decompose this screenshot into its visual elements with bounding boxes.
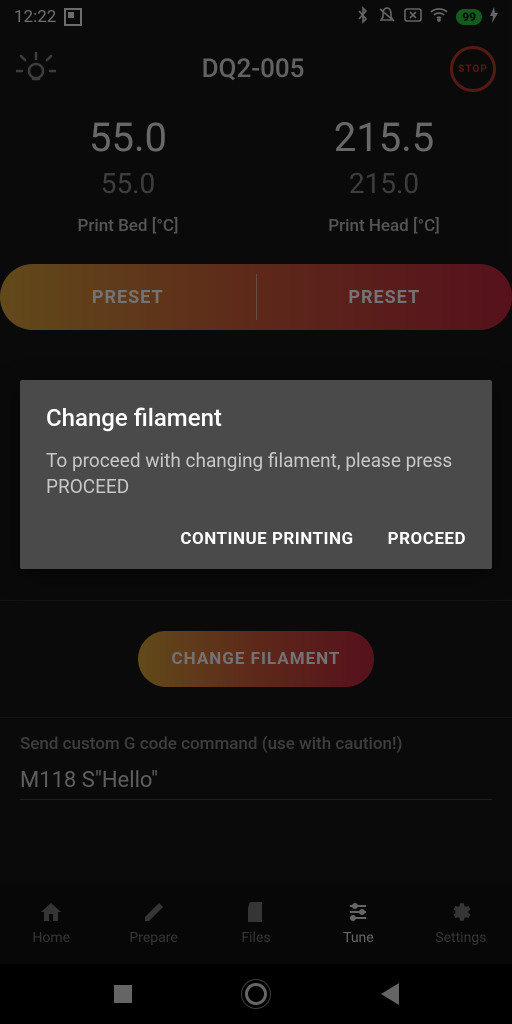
temperature-panel: 55.0 55.0 Print Bed [°C] 215.5 215.0 Pri…: [0, 104, 512, 242]
system-nav: [0, 964, 512, 1024]
home-icon: [39, 900, 63, 924]
bottom-nav: Home Prepare Files Tune Settings: [0, 882, 512, 964]
stop-label: STOP: [458, 64, 488, 75]
preset-bed-button[interactable]: PRESET: [0, 264, 256, 330]
nav-home[interactable]: Home: [0, 882, 102, 964]
app-header: DQ2-005 STOP: [0, 34, 512, 104]
nav-prepare[interactable]: Prepare: [102, 882, 204, 964]
dialog-body: To proceed with changing filament, pleas…: [46, 448, 466, 499]
home-button[interactable]: [245, 983, 267, 1005]
no-sim-icon: [404, 7, 422, 27]
preset-head-button[interactable]: PRESET: [257, 264, 512, 330]
sd-card-icon: [244, 900, 268, 924]
pencil-icon: [142, 900, 166, 924]
gcode-input[interactable]: M118 S"Hello": [20, 768, 492, 800]
head-temp-label: Print Head [°C]: [256, 216, 512, 236]
gcode-label: Send custom G code command (use with cau…: [20, 734, 492, 754]
nav-tune[interactable]: Tune: [307, 882, 409, 964]
wifi-icon: [430, 7, 448, 27]
battery-indicator: 99: [456, 9, 482, 25]
back-button[interactable]: [381, 983, 399, 1005]
bed-temp-actual: 55.0: [0, 114, 256, 161]
continue-printing-button[interactable]: CONTINUE PRINTING: [180, 529, 353, 549]
proceed-button[interactable]: PROCEED: [388, 529, 466, 549]
status-bar: 12:22 99: [0, 0, 512, 34]
stop-button[interactable]: STOP: [450, 46, 496, 92]
head-temp-target[interactable]: 215.0: [256, 167, 512, 200]
device-title: DQ2-005: [202, 54, 305, 84]
nav-files[interactable]: Files: [205, 882, 307, 964]
tune-icon: [346, 900, 370, 924]
status-time: 12:22: [14, 7, 56, 27]
charging-icon: [490, 7, 498, 28]
app-grid-icon: [64, 8, 82, 26]
preset-row: PRESET PRESET: [0, 264, 512, 330]
bed-temp-target[interactable]: 55.0: [0, 167, 256, 200]
bluetooth-icon: [356, 6, 370, 29]
change-filament-dialog: Change filament To proceed with changing…: [20, 380, 492, 569]
nav-settings[interactable]: Settings: [410, 882, 512, 964]
change-filament-button[interactable]: CHANGE FILAMENT: [138, 631, 375, 687]
dnd-icon: [378, 6, 396, 29]
head-temp-actual: 215.5: [256, 114, 512, 161]
light-icon[interactable]: [16, 49, 56, 89]
bed-temp-label: Print Bed [°C]: [0, 216, 256, 236]
dialog-title: Change filament: [46, 404, 466, 432]
gear-icon: [449, 900, 473, 924]
recents-button[interactable]: [114, 985, 132, 1003]
